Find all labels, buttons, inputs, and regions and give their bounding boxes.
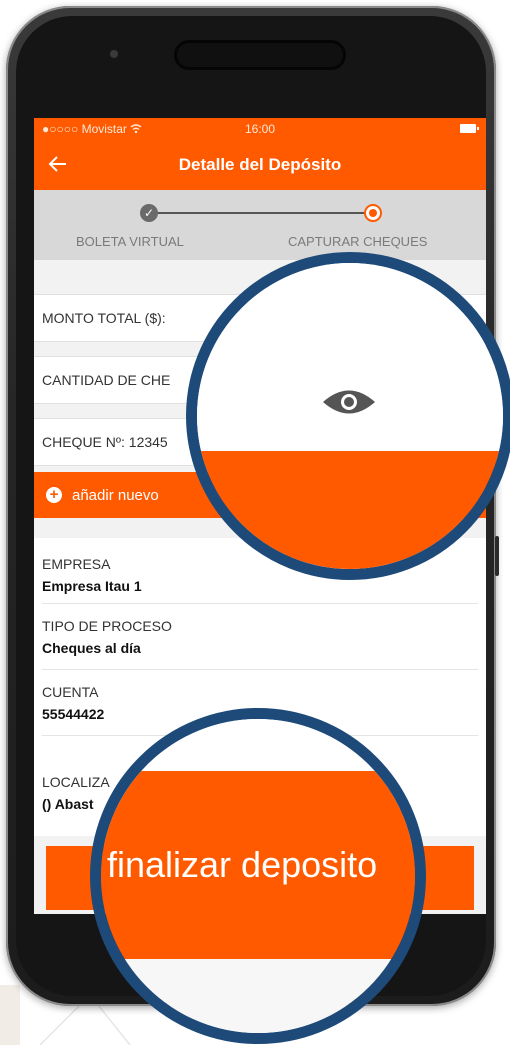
- cuenta-label: CUENTA: [42, 684, 99, 700]
- status-time: 16:00: [244, 122, 276, 136]
- zoom-callout-eye: [186, 252, 510, 580]
- zoom-white-area-bottom: [101, 959, 415, 1033]
- status-bar: ●○○○○ Movistar 16:00: [34, 118, 486, 140]
- cheque-label: CHEQUE Nº: 12345: [42, 434, 168, 450]
- speaker-grille: [174, 40, 346, 70]
- page-title: Detalle del Depósito: [178, 155, 342, 174]
- finalizar-deposito-label: finalizar deposito: [107, 844, 378, 885]
- step-2-active-dot-icon: [364, 204, 382, 222]
- nav-bar: Detalle del Depósito: [34, 140, 486, 190]
- finalizar-deposito-button[interactable]: finalizar deposito: [101, 771, 415, 959]
- step-1-checkmark-icon: ✓: [140, 204, 158, 222]
- back-button[interactable]: [48, 150, 76, 178]
- zoom-white-area: [197, 263, 503, 451]
- monto-total-label: MONTO TOTAL ($):: [42, 310, 166, 326]
- progress-stepper: ✓ BOLETA VIRTUAL CAPTURAR CHEQUES: [34, 190, 486, 260]
- front-camera: [110, 50, 118, 58]
- step-1-label: BOLETA VIRTUAL: [76, 234, 184, 249]
- arrow-left-icon: [48, 156, 66, 172]
- tipo-proceso-value: Cheques al día: [42, 640, 141, 656]
- zoom-orange-area: [197, 451, 503, 569]
- step-2-label: CAPTURAR CHEQUES: [288, 234, 428, 249]
- empresa-value: Empresa Itau 1: [42, 578, 142, 594]
- add-new-label: añadir nuevo: [72, 486, 159, 504]
- zoom-callout-finish: finalizar deposito: [90, 708, 426, 1044]
- eye-icon[interactable]: [321, 387, 377, 417]
- tipo-proceso-block: TIPO DE PROCESO Cheques al día: [34, 604, 486, 670]
- plus-circle-icon: +: [46, 487, 62, 503]
- tipo-proceso-label: TIPO DE PROCESO: [42, 618, 172, 634]
- cantidad-cheques-label: CANTIDAD DE CHE: [42, 372, 171, 388]
- battery-icon: [460, 124, 479, 133]
- zoom-white-area: [101, 719, 415, 771]
- stepper-line: [152, 212, 372, 214]
